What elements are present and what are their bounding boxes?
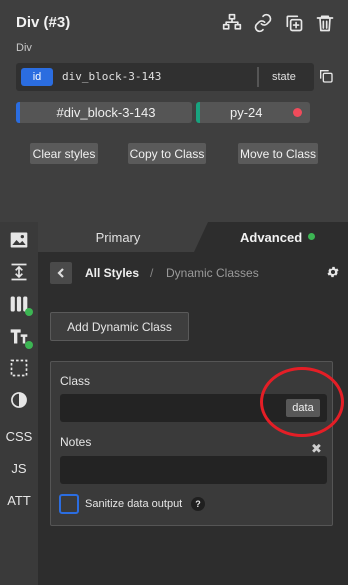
tab-primary[interactable]: Primary xyxy=(38,222,198,252)
structure-icon[interactable] xyxy=(221,12,243,34)
state-selector[interactable]: state xyxy=(272,71,296,83)
element-id-value[interactable]: div_block-3-143 xyxy=(62,70,161,83)
image-icon xyxy=(10,232,28,248)
class-selector-chip[interactable]: py-24 xyxy=(196,102,310,123)
state-divider xyxy=(257,67,259,87)
close-icon[interactable]: ✖ xyxy=(311,441,322,457)
duplicate-icon[interactable] xyxy=(283,12,305,34)
notes-input[interactable] xyxy=(60,456,327,484)
tab-advanced-label: Advanced xyxy=(240,230,303,245)
back-button[interactable] xyxy=(50,262,72,284)
style-sidebar: CSS JS ATT xyxy=(0,222,38,585)
sidebar-item-js[interactable]: JS xyxy=(0,452,38,484)
header-toolbar xyxy=(221,12,336,34)
sidebar-item-att[interactable]: ATT xyxy=(0,484,38,516)
borders-icon xyxy=(10,359,28,377)
advanced-active-dot xyxy=(308,233,315,240)
notes-label: Notes xyxy=(60,435,92,449)
add-dynamic-class-button[interactable]: Add Dynamic Class xyxy=(50,312,189,341)
typography-active-dot xyxy=(25,341,33,349)
spacing-icon xyxy=(11,263,27,281)
sidebar-item-typography[interactable] xyxy=(0,320,38,352)
sidebar-item-borders[interactable] xyxy=(0,352,38,384)
id-selector-chip[interactable]: #div_block-3-143 xyxy=(16,102,192,123)
id-badge[interactable]: id xyxy=(21,68,53,86)
class-chip-status-dot xyxy=(293,108,302,117)
annotation-circle xyxy=(260,367,344,437)
panel-title: Div (#3) xyxy=(16,14,71,31)
trash-icon[interactable] xyxy=(314,12,336,34)
layout-active-dot xyxy=(25,308,33,316)
clear-styles-button[interactable]: Clear styles xyxy=(30,143,98,164)
copy-to-class-button[interactable]: Copy to Class xyxy=(128,143,206,164)
sanitize-label: Sanitize data output xyxy=(85,498,183,510)
sidebar-item-effects[interactable] xyxy=(0,384,38,416)
sidebar-item-css[interactable]: CSS xyxy=(0,420,38,452)
chevron-left-icon xyxy=(57,268,64,278)
breadcrumb-current: Dynamic Classes xyxy=(166,266,259,280)
sidebar-item-background[interactable] xyxy=(0,224,38,256)
breadcrumb-all-styles[interactable]: All Styles xyxy=(85,266,139,280)
link-icon[interactable] xyxy=(252,12,274,34)
sanitize-checkbox[interactable] xyxy=(59,494,79,514)
move-to-class-button[interactable]: Move to Class xyxy=(238,143,318,164)
help-icon[interactable]: ? xyxy=(191,497,205,511)
sidebar-item-layout[interactable] xyxy=(0,288,38,320)
class-label: Class xyxy=(60,374,91,388)
effects-icon xyxy=(11,392,27,408)
gear-icon[interactable] xyxy=(326,265,340,279)
copy-icon[interactable] xyxy=(318,68,336,86)
class-chip-label: py-24 xyxy=(230,105,263,120)
breadcrumb-separator: / xyxy=(150,266,154,280)
selector-input-row[interactable]: id div_block-3-143 state xyxy=(16,63,314,91)
element-type: Div xyxy=(16,42,32,54)
sidebar-item-spacing[interactable] xyxy=(0,256,38,288)
